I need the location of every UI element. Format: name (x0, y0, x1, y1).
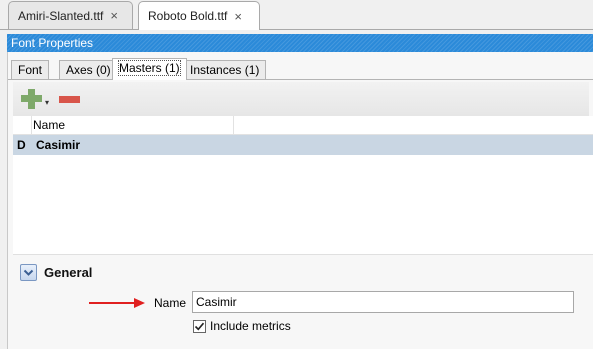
doc-tab-label: Amiri-Slanted.ttf (18, 8, 104, 23)
column-divider[interactable] (233, 116, 234, 134)
column-header-name[interactable]: Name (33, 116, 65, 134)
chevron-down-icon[interactable]: ▾ (45, 98, 49, 107)
section-divider (13, 254, 593, 255)
masters-toolbar: ▾ (13, 82, 589, 116)
tab-bar-divider (0, 29, 593, 30)
master-name: Casimir (36, 138, 81, 152)
add-master-button[interactable]: ▾ (21, 88, 51, 110)
column-divider[interactable] (31, 116, 32, 134)
tab-font[interactable]: Font (11, 60, 50, 80)
include-metrics-checkbox[interactable] (193, 320, 206, 333)
general-collapse-toggle[interactable] (20, 264, 37, 281)
remove-master-button[interactable] (59, 96, 80, 103)
tab-instances-label: Instances (1) (190, 63, 260, 77)
font-properties-panel: Font Axes (0) Masters (1) Instances (1) … (7, 52, 593, 349)
tab-masters-label: Masters (1) (118, 60, 181, 76)
document-tab-bar: Amiri-Slanted.ttf × Roboto Bold.ttf × (0, 0, 593, 30)
panel-title-bar: Font Properties (7, 34, 593, 52)
doc-tab-label: Roboto Bold.ttf (148, 9, 228, 23)
masters-list: Name D Casimir (13, 116, 593, 254)
tab-axes[interactable]: Axes (0) (59, 60, 118, 80)
include-metrics-label[interactable]: Include metrics (210, 319, 291, 334)
plus-icon-bar (21, 95, 42, 102)
property-tab-divider (8, 79, 593, 80)
panel-title: Font Properties (11, 36, 94, 50)
doc-tab-roboto-bold[interactable]: Roboto Bold.ttf × (138, 1, 260, 30)
tab-instances[interactable]: Instances (1) (183, 60, 267, 80)
tab-axes-label: Axes (0) (66, 63, 111, 77)
name-label: Name (154, 296, 187, 310)
checkmark-icon (194, 322, 205, 331)
close-icon[interactable]: × (234, 9, 242, 24)
list-item[interactable]: D Casimir (13, 135, 593, 155)
tab-masters[interactable]: Masters (1) (112, 58, 187, 80)
chevron-down-icon (23, 269, 34, 276)
section-title-general: General (44, 265, 93, 280)
default-master-flag: D (17, 138, 26, 152)
master-name-input[interactable] (192, 291, 574, 313)
close-icon[interactable]: × (110, 8, 118, 23)
list-header: Name (13, 116, 593, 135)
annotation-arrow-icon (89, 298, 145, 308)
tab-font-label: Font (18, 63, 43, 77)
property-tab-bar: Font Axes (0) Masters (1) Instances (1) (8, 58, 593, 80)
doc-tab-amiri-slanted[interactable]: Amiri-Slanted.ttf × (8, 1, 133, 29)
